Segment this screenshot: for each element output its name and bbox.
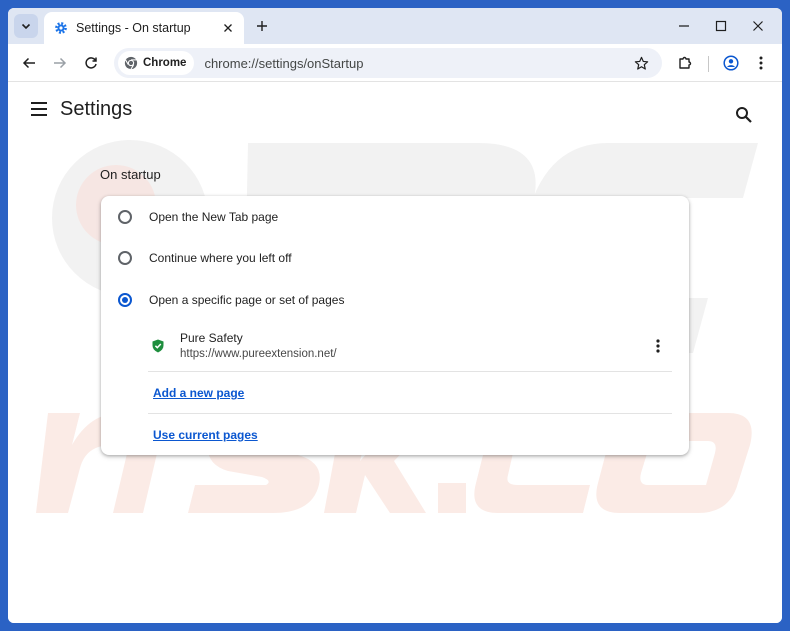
settings-content: Settings On startup Open the New Tab pag… [8,83,782,623]
minimize-icon [679,25,689,27]
page-name: Pure Safety [180,331,243,345]
back-button[interactable] [18,52,40,74]
search-icon[interactable] [734,105,754,125]
more-vert-icon [759,56,763,70]
page-actions-button[interactable] [648,336,668,356]
close-icon [224,24,232,32]
startup-page-entry: Pure Safety https://www.pureextension.ne… [148,324,672,370]
add-new-page-link[interactable]: Add a new page [153,386,244,400]
section-title: On startup [100,167,161,182]
radio-option-new-tab[interactable]: Open the New Tab page [101,197,689,237]
divider [148,413,672,414]
page-title: Settings [60,98,133,120]
profile-button[interactable] [720,52,742,74]
close-window-button[interactable] [748,16,768,36]
divider [148,371,672,372]
address-bar[interactable]: Chrome chrome://settings/onStartup [114,48,662,78]
site-info-chip[interactable]: Chrome [118,51,195,75]
star-icon [634,56,648,70]
new-tab-button[interactable] [252,16,272,36]
reload-icon [85,57,97,69]
toolbar-divider [708,56,709,72]
tab-close-button[interactable] [218,18,238,38]
radio-label: Continue where you left off [149,251,292,265]
shield-check-icon [152,339,164,353]
radio-option-continue[interactable]: Continue where you left off [101,238,689,278]
puzzle-icon [679,56,692,69]
arrow-left-icon [22,57,35,69]
maximize-button[interactable] [711,16,731,36]
use-current-pages-link[interactable]: Use current pages [153,428,258,442]
bookmark-button[interactable] [630,52,652,74]
extensions-button[interactable] [674,52,696,74]
avatar-icon [723,55,739,71]
startup-card: Open the New Tab page Continue where you… [101,196,689,455]
radio-button[interactable] [118,251,132,265]
radio-label: Open a specific page or set of pages [149,293,345,307]
tab-search-button[interactable] [14,14,38,38]
gear-icon [55,22,67,34]
close-icon [753,21,763,31]
tab-settings[interactable]: Settings - On startup [44,12,244,44]
radio-option-specific-pages[interactable]: Open a specific page or set of pages [101,280,689,320]
radio-button[interactable] [118,210,132,224]
menu-icon[interactable] [30,101,48,117]
chip-label: Chrome [143,57,187,69]
toolbar: Chrome chrome://settings/onStartup [8,44,782,82]
chrome-icon [124,56,138,70]
tab-title: Settings - On startup [76,21,191,35]
plus-icon [257,21,267,31]
minimize-button[interactable] [674,16,694,36]
chevron-down-icon [21,23,31,30]
radio-button-checked[interactable] [118,293,132,307]
browser-window: Settings - On startup Chrome chrome://se… [8,8,782,623]
more-vert-icon [656,339,660,353]
tab-strip: Settings - On startup [8,8,782,44]
arrow-right-icon [54,57,67,69]
forward-button[interactable] [49,52,71,74]
maximize-icon [715,20,727,32]
url-text: chrome://settings/onStartup [204,55,364,71]
page-url: https://www.pureextension.net/ [180,348,337,360]
radio-label: Open the New Tab page [149,210,279,224]
menu-button[interactable] [750,52,772,74]
reload-button[interactable] [80,52,102,74]
